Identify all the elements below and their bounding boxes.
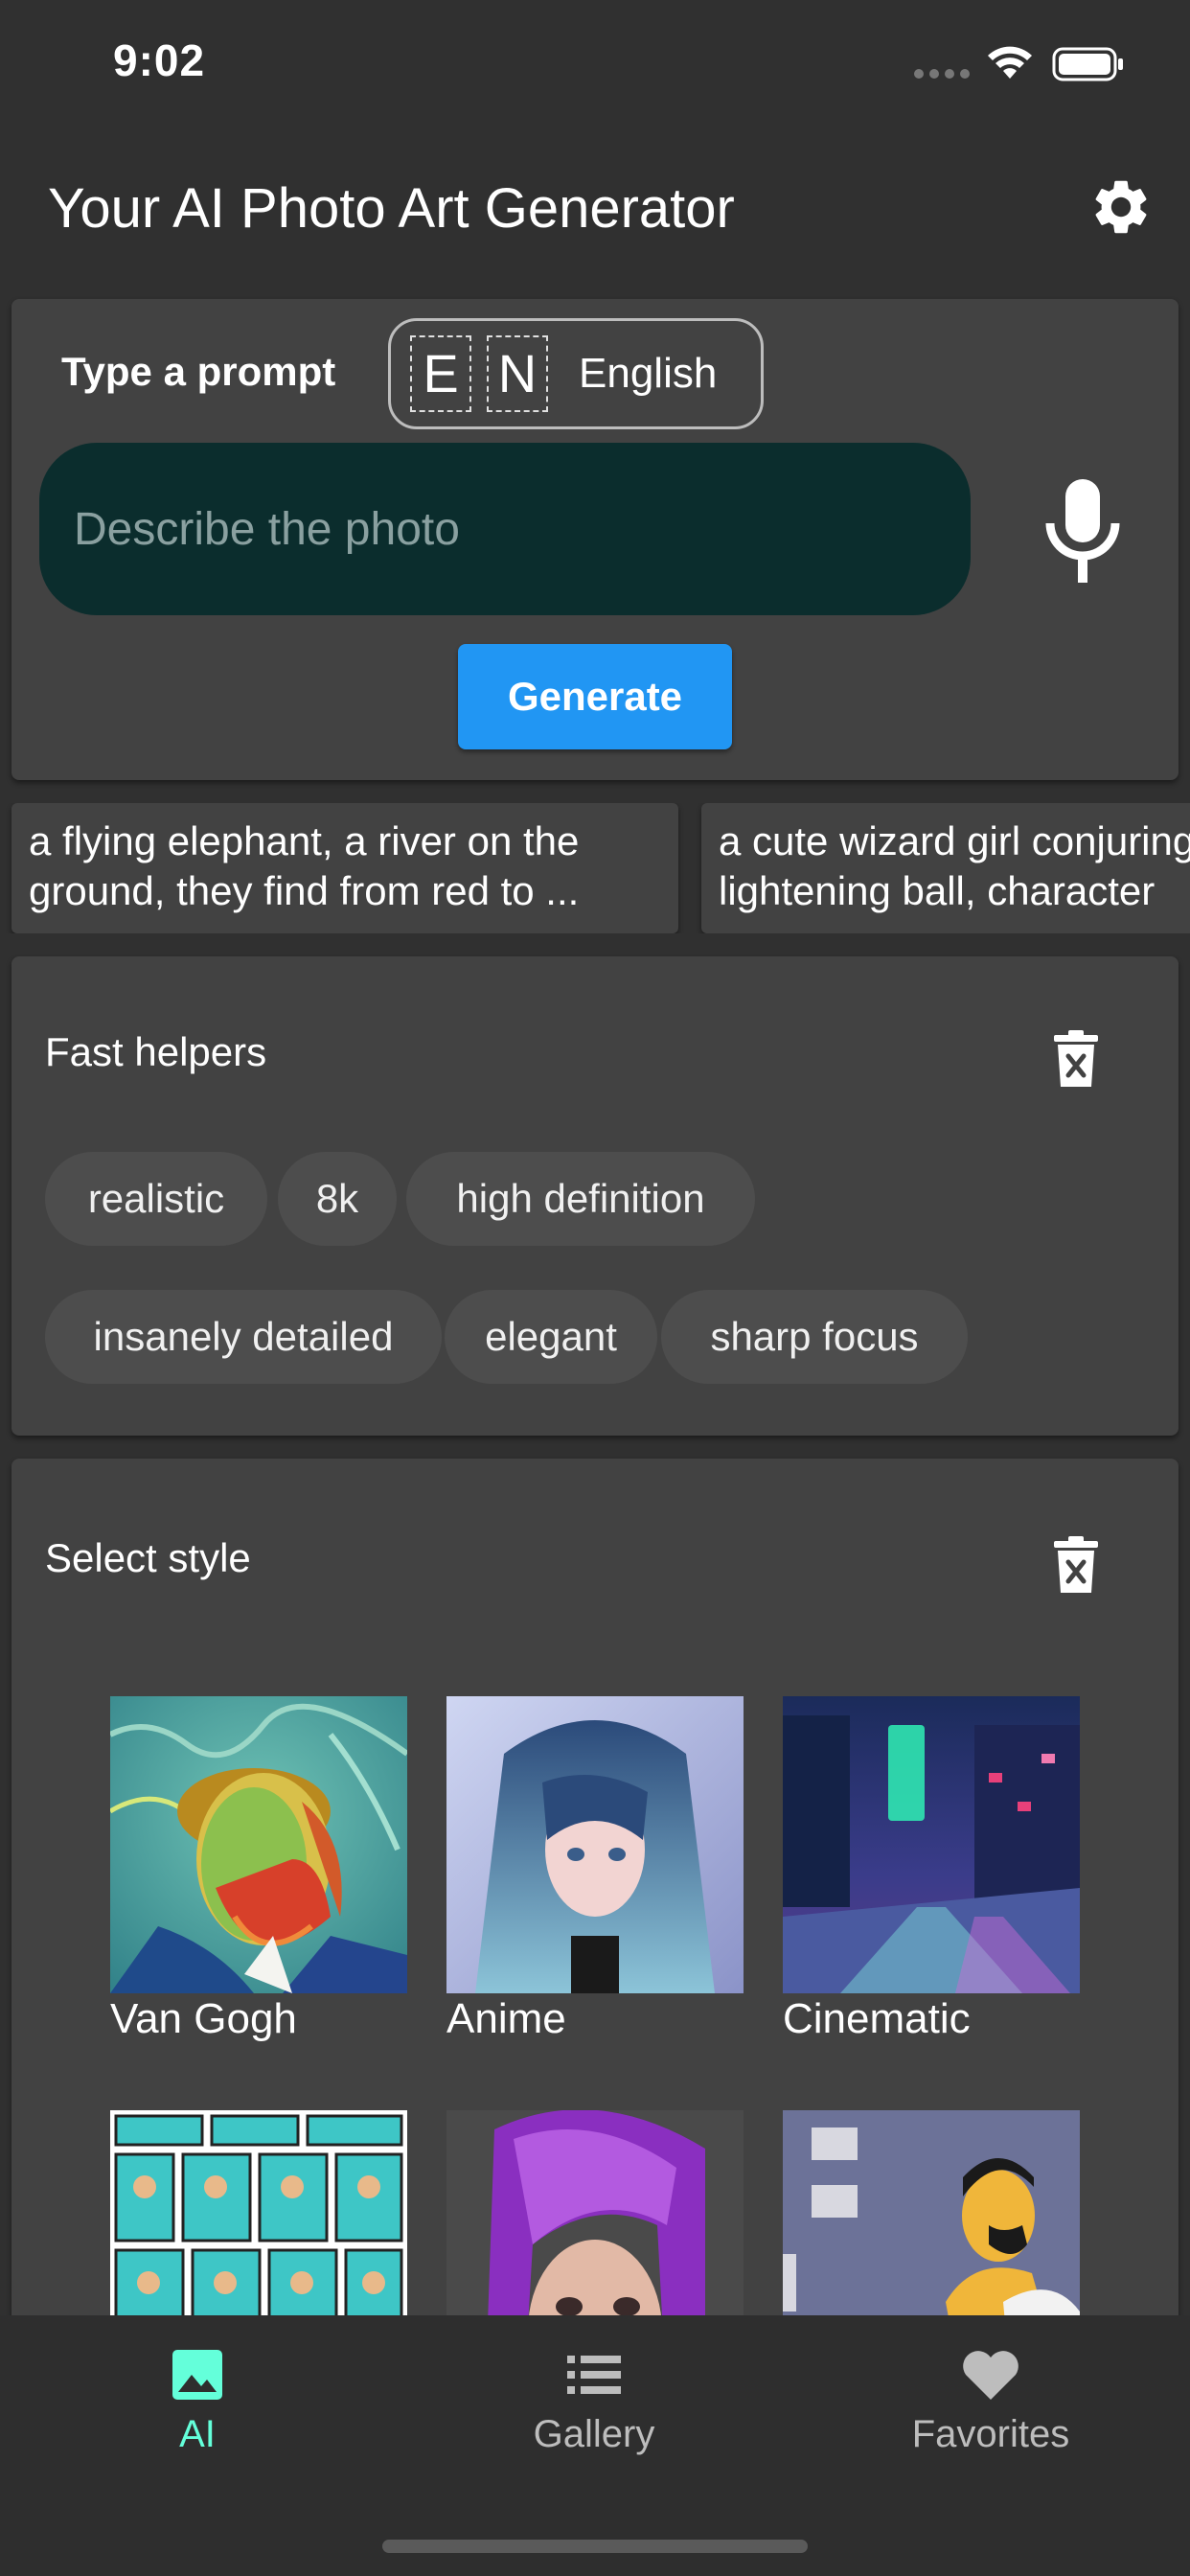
gear-icon[interactable] <box>1088 174 1154 240</box>
van-gogh-thumbnail <box>110 1696 407 1993</box>
list-icon <box>567 2356 621 2394</box>
helper-chip[interactable]: sharp focus <box>661 1290 968 1384</box>
helper-chip[interactable]: 8k <box>278 1152 397 1246</box>
helper-chip[interactable]: realistic <box>45 1152 267 1246</box>
style-tile-van-gogh[interactable]: Van Gogh <box>110 1696 407 2043</box>
prompt-suggestions: a flying elephant, a river on the ground… <box>0 803 1190 933</box>
fast-helpers-card: Fast helpers realistic 8k high definitio… <box>11 956 1179 1436</box>
page-title: Your AI Photo Art Generator <box>48 177 735 240</box>
prompt-input[interactable] <box>39 443 971 615</box>
suggestion-text: a flying elephant, a river on the <box>29 818 580 863</box>
language-letter: N <box>487 335 548 412</box>
suggestion-text: lightening ball, character <box>719 868 1156 913</box>
prompt-label: Type a prompt <box>61 349 336 394</box>
language-name: English <box>579 350 718 397</box>
nav-label: Gallery <box>533 2413 655 2455</box>
suggestion-text: ground, they find from red to ... <box>29 868 580 913</box>
battery-icon <box>1052 47 1123 81</box>
image-icon <box>172 2350 222 2400</box>
style-card: Select style Van Gogh Anime Cinematic <box>11 1459 1179 2417</box>
status-bar: 9:02 <box>0 0 1190 126</box>
style-label: Anime <box>446 1995 566 2042</box>
home-indicator[interactable] <box>382 2540 808 2553</box>
language-selector[interactable]: E N English <box>388 318 764 429</box>
bottom-navigation: AI Gallery Favorites <box>0 2315 1190 2576</box>
app-bar: Your AI Photo Art Generator <box>0 126 1190 289</box>
helper-chip[interactable]: elegant <box>445 1290 657 1384</box>
select-style-title: Select style <box>45 1535 251 1580</box>
helper-chip[interactable]: high definition <box>406 1152 755 1246</box>
nav-item-favorites[interactable]: Favorites <box>847 2348 1134 2456</box>
delete-icon[interactable] <box>1052 1535 1100 1595</box>
nav-item-gallery[interactable]: Gallery <box>450 2348 738 2456</box>
suggestion-card[interactable]: a cute wizard girl conjuring lightening … <box>701 803 1190 933</box>
suggestion-text: a cute wizard girl conjuring <box>719 818 1190 863</box>
generate-button[interactable]: Generate <box>458 644 732 749</box>
suggestion-card[interactable]: a flying elephant, a river on the ground… <box>11 803 678 933</box>
cinematic-thumbnail <box>783 1696 1080 1993</box>
status-time: 9:02 <box>113 35 206 85</box>
cellular-signal-icon <box>914 69 970 79</box>
wifi-icon <box>988 46 1032 79</box>
style-tile-anime[interactable]: Anime <box>446 1696 744 2043</box>
nav-label: AI <box>179 2413 216 2455</box>
fast-helpers-title: Fast helpers <box>45 1029 267 1074</box>
style-tile-cinematic[interactable]: Cinematic <box>783 1696 1080 2043</box>
style-label: Cinematic <box>783 1995 971 2042</box>
helper-chip[interactable]: insanely detailed <box>45 1290 442 1384</box>
style-label: Van Gogh <box>110 1995 297 2042</box>
language-letter: E <box>410 335 471 412</box>
heart-icon <box>963 2351 1018 2400</box>
delete-icon[interactable] <box>1052 1029 1100 1089</box>
nav-item-ai[interactable]: AI <box>54 2348 341 2456</box>
nav-label: Favorites <box>911 2413 1070 2455</box>
prompt-card: Type a prompt E N English Generate <box>11 299 1179 780</box>
anime-thumbnail <box>446 1696 744 1993</box>
microphone-icon[interactable] <box>1037 473 1129 588</box>
